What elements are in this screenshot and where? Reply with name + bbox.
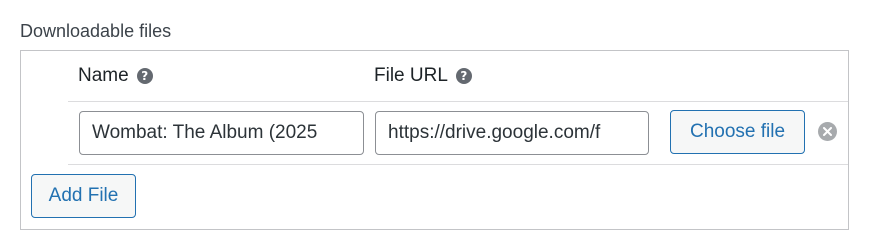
file-url-input[interactable]: https://drive.google.com/f: [375, 111, 649, 155]
column-header-name: Name ?: [78, 65, 153, 87]
remove-circle-icon[interactable]: [818, 122, 837, 141]
column-header-file-url: File URL ?: [374, 65, 472, 87]
choose-file-button[interactable]: Choose file: [670, 110, 805, 154]
file-name-input[interactable]: Wombat: The Album (2025: [79, 111, 364, 155]
add-file-button[interactable]: Add File: [31, 174, 136, 218]
close-icon: [823, 127, 832, 136]
column-header-file-url-label: File URL: [374, 65, 448, 86]
downloadable-files-panel: Name ? File URL ? Wombat: The Album (202…: [20, 50, 849, 230]
column-header-name-label: Name: [78, 65, 129, 86]
question-circle-icon[interactable]: ?: [136, 68, 153, 84]
table-header-row: Name ? File URL ?: [21, 51, 848, 101]
table-row: Wombat: The Album (2025 https://drive.go…: [68, 101, 848, 165]
question-circle-icon[interactable]: ?: [455, 68, 472, 84]
section-title: Downloadable files: [20, 21, 172, 41]
